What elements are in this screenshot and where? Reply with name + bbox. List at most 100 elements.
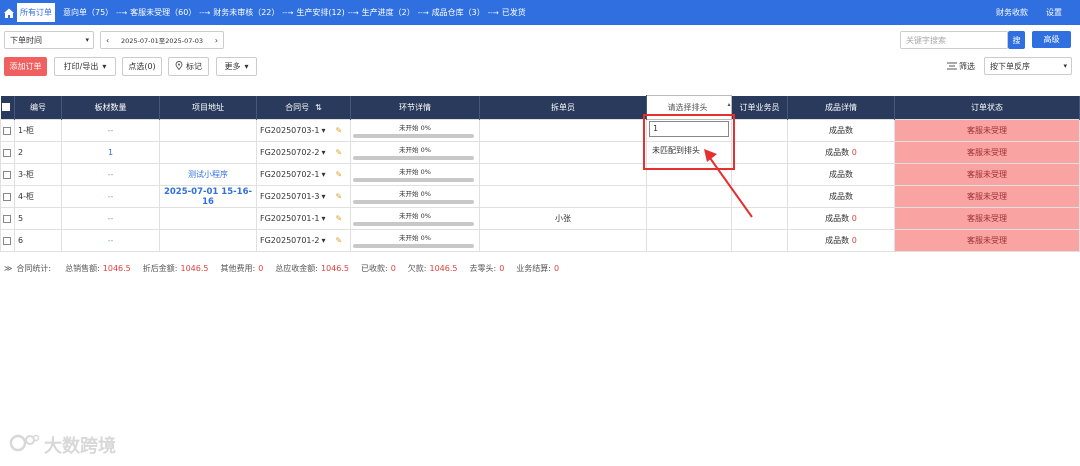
print-export-button[interactable]: 打印/导出 ▾ xyxy=(54,57,116,76)
arrow-right-icon: --→ xyxy=(282,8,294,17)
chevron-down-icon[interactable]: ▾ xyxy=(322,170,326,179)
status-badge[interactable]: 客服未受理 xyxy=(894,229,1080,252)
advanced-button[interactable]: 高级 xyxy=(1032,31,1071,48)
contract-cell[interactable]: FG20250701-3 ▾ ✎ xyxy=(256,185,351,208)
status-tab[interactable]: 成品仓库（3） xyxy=(432,7,485,18)
summary-key: 业务结算: xyxy=(516,264,551,273)
order-id: 5 xyxy=(14,207,62,230)
sort-icon[interactable]: ⇅ xyxy=(315,103,322,112)
table-header: 编号 板材数量 项目地址 合同号 ⇅ 环节详情 拆单员 请选择排头 ▴ 订单业务员 … xyxy=(0,95,1080,120)
progress-cell: 未开始 0% xyxy=(350,229,480,252)
row-checkbox[interactable] xyxy=(0,163,15,186)
contract-cell[interactable]: FG20250702-2 ▾ ✎ xyxy=(256,141,351,164)
contract-cell[interactable]: FG20250701-2 ▾ ✎ xyxy=(256,229,351,252)
contract-cell[interactable]: FG20250703-1 ▾ ✎ xyxy=(256,119,351,142)
arrow-right-icon: --→ xyxy=(417,8,429,17)
edit-pencil-icon[interactable]: ✎ xyxy=(336,126,343,135)
col-salesperson: 订单业务员 xyxy=(731,95,788,120)
caret-up-icon: ▴ xyxy=(727,101,731,108)
project-address[interactable]: 2025-07-01 15-16-16 xyxy=(159,185,257,208)
board-qty[interactable]: 1 xyxy=(61,141,160,164)
chevron-down-icon[interactable]: ▾ xyxy=(322,192,326,201)
table-row[interactable]: 5 -- FG20250701-1 ▾ ✎ 未开始 0% 小张 成品数 0 客服未受… xyxy=(0,207,1080,230)
tab-all-orders[interactable]: 所有订单 xyxy=(17,3,55,22)
edit-pencil-icon[interactable]: ✎ xyxy=(336,170,343,179)
col-progress-details: 环节详情 xyxy=(350,95,480,120)
home-icon[interactable] xyxy=(1,0,17,25)
select-all-checkbox[interactable] xyxy=(0,95,15,120)
summary-value: 0 xyxy=(390,264,396,273)
search-button[interactable]: 搜 xyxy=(1008,31,1025,49)
status-tab[interactable]: 财务未审核（22） xyxy=(213,7,279,18)
date-range-picker[interactable]: ‹ 2025-07-01至2025-07-03 › xyxy=(100,31,224,49)
status-tab[interactable]: 生产进度（2） xyxy=(362,7,415,18)
contract-cell[interactable]: FG20250702-1 ▾ ✎ xyxy=(256,163,351,186)
status-badge[interactable]: 客服未受理 xyxy=(894,119,1080,142)
col-board-qty: 板材数量 xyxy=(61,95,160,120)
status-tab[interactable]: 客服未受理（60） xyxy=(130,7,196,18)
chevron-down-icon[interactable]: ▾ xyxy=(322,126,326,135)
row-checkbox[interactable] xyxy=(0,141,15,164)
finance-collection-link[interactable]: 财务收款 xyxy=(996,7,1028,18)
filter-button[interactable]: 筛选 xyxy=(947,61,975,72)
project-address[interactable]: 测试小程序 xyxy=(159,163,257,186)
settings-link[interactable]: 设置 xyxy=(1046,7,1062,18)
summary-value: 1046.5 xyxy=(102,264,131,273)
summary-key: 已收款: xyxy=(360,264,388,273)
row-checkbox[interactable] xyxy=(0,207,15,230)
chevron-down-icon[interactable]: ▾ xyxy=(322,148,326,157)
arrow-right-icon: --→ xyxy=(347,8,359,17)
col-contract[interactable]: 合同号 ⇅ xyxy=(256,95,351,120)
head-cell[interactable] xyxy=(646,229,732,252)
add-order-button[interactable]: 添加订单 xyxy=(4,57,47,76)
status-tab[interactable]: 生产安排(12) xyxy=(296,7,344,18)
row-checkbox[interactable] xyxy=(0,119,15,142)
top-nav: 所有订单 意向单（75） --→ 客服未受理（60） --→ 财务未审核（22） --→ 生… xyxy=(0,0,1080,25)
status-tab[interactable]: 已发货 xyxy=(502,7,526,18)
status-tab[interactable]: 意向单（75） xyxy=(63,7,113,18)
status-badge[interactable]: 客服未受理 xyxy=(894,163,1080,186)
next-date-icon[interactable]: › xyxy=(215,36,218,45)
salesperson-cell xyxy=(731,229,788,252)
select-count-button[interactable]: 点选(0) xyxy=(122,57,162,76)
row-checkbox[interactable] xyxy=(0,229,15,252)
chevron-down-icon[interactable]: ▾ xyxy=(322,236,326,245)
edit-pencil-icon[interactable]: ✎ xyxy=(336,214,343,223)
edit-pencil-icon[interactable]: ✎ xyxy=(336,236,343,245)
table-row[interactable]: 1-柜 -- FG20250703-1 ▾ ✎ 未开始 0% 成品数 客服未受理 xyxy=(0,119,1080,142)
summary-value: 1046.5 xyxy=(429,264,458,273)
time-type-select[interactable]: 下单时间 ▾ xyxy=(4,31,94,49)
expand-icon[interactable]: ≫ xyxy=(4,264,12,273)
order-id: 1-柜 xyxy=(14,119,62,142)
table-row[interactable]: 4-柜 -- 2025-07-01 15-16-16 FG20250701-3 ▾… xyxy=(0,185,1080,208)
sort-select[interactable]: 按下单反序 ▾ xyxy=(984,57,1072,75)
row-checkbox[interactable] xyxy=(0,185,15,208)
col-product-details: 成品详情 xyxy=(787,95,895,120)
chevron-down-icon: ▾ xyxy=(1063,62,1067,70)
edit-pencil-icon[interactable]: ✎ xyxy=(336,148,343,157)
status-badge[interactable]: 客服未受理 xyxy=(894,141,1080,164)
status-badge[interactable]: 客服未受理 xyxy=(894,207,1080,230)
summary-value: 0 xyxy=(499,264,505,273)
col-splitter: 拆单员 xyxy=(479,95,647,120)
search-input[interactable]: 关键字搜索 xyxy=(900,31,1008,49)
board-qty: -- xyxy=(61,229,160,252)
progress-bar xyxy=(353,222,474,226)
summary-key: 其他费用: xyxy=(220,264,256,273)
table-row[interactable]: 6 -- FG20250701-2 ▾ ✎ 未开始 0% 成品数 0 客服未受理 xyxy=(0,229,1080,252)
orders-table: 编号 板材数量 项目地址 合同号 ⇅ 环节详情 拆单员 请选择排头 ▴ 订单业务员 … xyxy=(0,95,1080,252)
splitter-cell xyxy=(479,163,647,186)
arrow-right-icon: --→ xyxy=(116,8,128,17)
table-row[interactable]: 3-柜 -- 测试小程序 FG20250702-1 ▾ ✎ 未开始 0% 成品数 客… xyxy=(0,163,1080,186)
board-qty: -- xyxy=(61,163,160,186)
edit-pencil-icon[interactable]: ✎ xyxy=(336,192,343,201)
prev-date-icon[interactable]: ‹ xyxy=(106,36,109,45)
table-row[interactable]: 2 1 FG20250702-2 ▾ ✎ 未开始 0% 成品数 0 客服未受理 xyxy=(0,141,1080,164)
more-button[interactable]: 更多 ▾ xyxy=(216,57,257,76)
status-badge[interactable]: 客服未受理 xyxy=(894,185,1080,208)
mark-button[interactable]: 标记 xyxy=(168,57,209,76)
splitter-cell xyxy=(479,119,647,142)
chevron-down-icon: ▾ xyxy=(102,62,107,71)
chevron-down-icon[interactable]: ▾ xyxy=(322,214,326,223)
contract-cell[interactable]: FG20250701-1 ▾ ✎ xyxy=(256,207,351,230)
